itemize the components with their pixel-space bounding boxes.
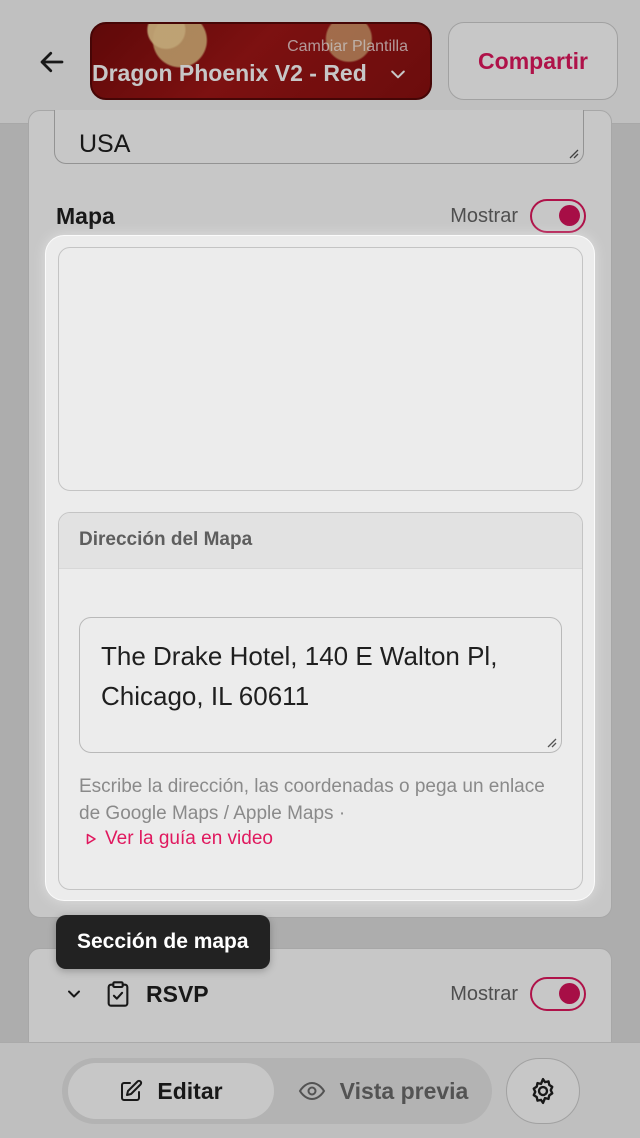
map-address-help: Escribe la dirección, las coordenadas o …: [79, 776, 545, 824]
map-address-value: The Drake Hotel, 140 E Walton Pl, Chicag…: [101, 641, 498, 711]
play-icon: [86, 833, 96, 845]
video-guide-label: Ver la guía en video: [105, 828, 273, 849]
map-address-input[interactable]: The Drake Hotel, 140 E Walton Pl, Chicag…: [79, 617, 562, 753]
map-address-card: Dirección del Mapa The Drake Hotel, 140 …: [58, 512, 583, 890]
map-preview: [58, 247, 583, 491]
map-address-title: Dirección del Mapa: [59, 513, 582, 569]
video-guide-link[interactable]: Ver la guía en video: [85, 828, 273, 850]
resize-handle-icon[interactable]: [545, 736, 557, 748]
tour-tooltip: Sección de mapa: [56, 915, 270, 969]
